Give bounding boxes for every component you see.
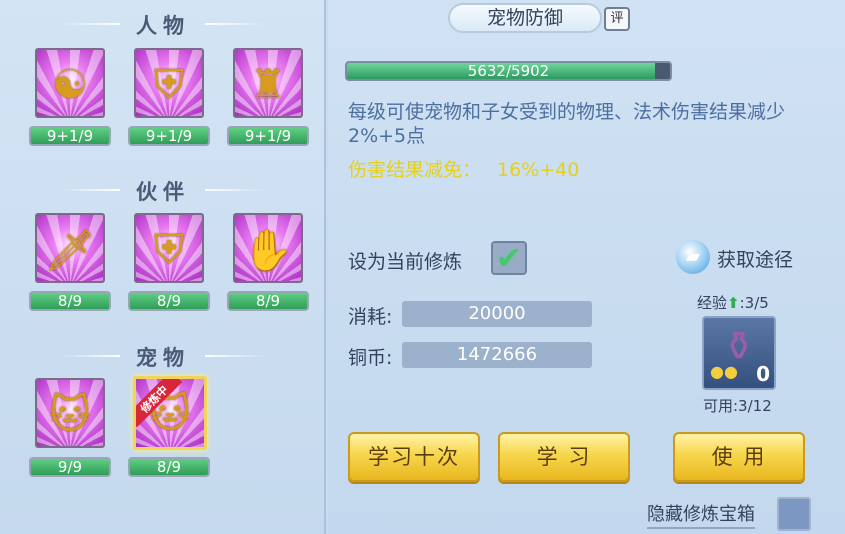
- skill-title: 宠物防御: [448, 3, 602, 33]
- skill-level: 9+1/9: [29, 126, 111, 146]
- skill-list-panel: 人物 ☯ 9+1/9 ⛨ 9+1/9 ♜ 9+1/9 伙伴 🗡 8/9 ⛨ 8/…: [0, 0, 326, 534]
- sword-beast-icon: 🗡: [44, 228, 96, 274]
- hide-chest-label: 隐藏修炼宝箱: [647, 500, 755, 529]
- item-exp-label: 经验: [697, 294, 728, 312]
- meditating-figure-icon: ☯: [52, 62, 88, 108]
- coin-value: 1472666: [402, 342, 592, 368]
- learn-button[interactable]: 学 习: [498, 432, 630, 482]
- section-title-partner: 伙伴: [136, 180, 190, 204]
- exp-progress-text: 5632/5902: [467, 62, 550, 80]
- cost-label: 消耗:: [348, 306, 393, 328]
- skill-level: 8/9: [128, 291, 210, 311]
- set-current-label: 设为当前修炼: [348, 251, 463, 273]
- section-title-character: 人物: [136, 14, 190, 38]
- skill-partner-1[interactable]: 🗡: [35, 213, 105, 283]
- cost-value: 20000: [402, 301, 592, 327]
- damage-reduction-value: 16%+40: [497, 159, 580, 181]
- set-current-checkbox[interactable]: ✔: [491, 241, 527, 275]
- claw-beast-icon: ✋: [243, 228, 293, 274]
- item-exp-info: 经验⬆:3/5: [697, 292, 769, 313]
- skill-description: 每级可使宠物和子女受到的物理、法术伤害结果减少2%+5点: [348, 101, 786, 147]
- skill-pet-2-selected[interactable]: 🐱 修炼中: [133, 376, 207, 450]
- eval-button[interactable]: 评: [604, 7, 630, 31]
- acquire-label: 获取途径: [717, 249, 794, 271]
- skill-level: 9+1/9: [227, 126, 309, 146]
- skill-level: 8/9: [128, 457, 210, 477]
- skill-character-3[interactable]: ♜: [233, 48, 303, 118]
- damage-reduction: 伤害结果减免： 16%+40: [348, 155, 579, 182]
- training-chest-slot[interactable]: ⚱ ●● 0: [702, 316, 776, 390]
- learn-ten-button[interactable]: 学习十次: [348, 432, 480, 482]
- up-arrow-icon: ⬆: [727, 294, 740, 312]
- skill-level: 9/9: [29, 457, 111, 477]
- damage-reduction-label: 伤害结果减免：: [348, 159, 482, 181]
- skill-partner-2[interactable]: ⛨: [134, 213, 204, 283]
- skill-pet-1[interactable]: 🐱: [35, 378, 105, 448]
- item-exp-value: :3/5: [739, 294, 769, 312]
- hide-chest-checkbox[interactable]: [777, 497, 811, 531]
- coin-label: 铜币:: [348, 347, 393, 369]
- book-icon: ▰: [676, 240, 710, 274]
- section-title-pet: 宠物: [136, 346, 190, 370]
- item-usable: 可用:3/12: [703, 397, 772, 415]
- shield-beast-icon: ⛨: [154, 227, 184, 273]
- sword-cat-icon: 🐱: [49, 392, 91, 438]
- skill-partner-3[interactable]: ✋: [233, 213, 303, 283]
- skill-level: 8/9: [29, 291, 111, 311]
- skill-level: 8/9: [227, 291, 309, 311]
- armored-warrior-icon: ♜: [250, 62, 286, 108]
- gold-coins-icon: ●●: [710, 362, 738, 381]
- skill-character-1[interactable]: ☯: [35, 48, 105, 118]
- skill-level: 9+1/9: [128, 126, 210, 146]
- skill-character-2[interactable]: ⛨: [134, 48, 204, 118]
- shield-warrior-icon: ⛨: [154, 62, 184, 108]
- item-count: 0: [756, 362, 770, 386]
- use-button[interactable]: 使 用: [673, 432, 805, 482]
- exp-progress-bar: 5632/5902: [345, 61, 672, 81]
